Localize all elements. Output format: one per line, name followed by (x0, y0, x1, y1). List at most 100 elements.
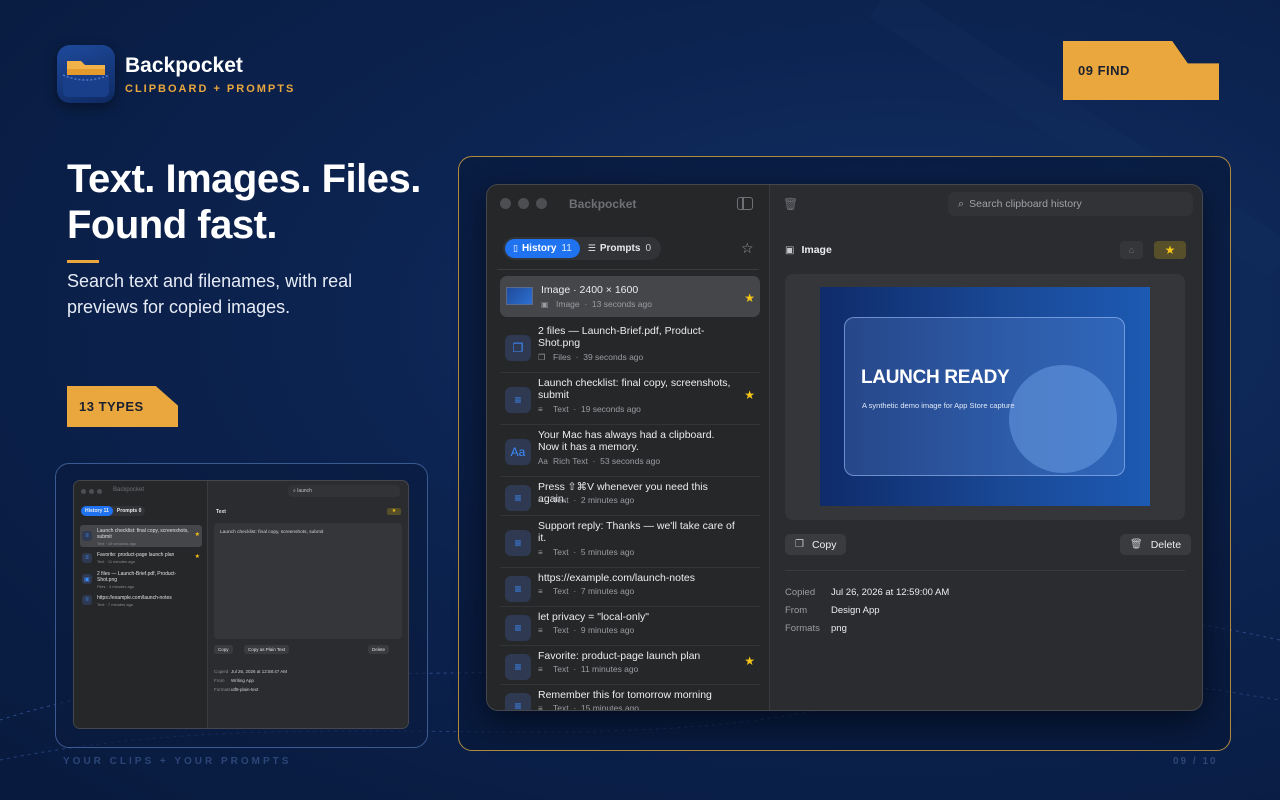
copy-icon: ❐ (795, 539, 804, 550)
mini-list-item[interactable]: ▣ 2 files — Launch-Brief.pdf, Product-Sh… (80, 570, 202, 590)
text-icon: ≡ (505, 693, 531, 710)
mini-zoom-dot (97, 489, 102, 494)
clipboard-icon: ▯ (513, 243, 518, 253)
trash-icon: 🗑 (1130, 539, 1143, 550)
mini-detail-type: Text (216, 509, 226, 515)
text-icon: ≡ (538, 404, 543, 414)
star-icon[interactable]: ★ (387, 508, 401, 515)
headline: Text. Images. Files. Found fast. (67, 156, 421, 248)
glass-circle (1009, 365, 1117, 473)
divider (785, 570, 1185, 571)
text-icon: ≡ (538, 625, 543, 635)
star-icon[interactable]: ★ (744, 654, 755, 668)
text-icon: ≡ (82, 553, 92, 563)
detail-pane: 🗑 ⌕ Search clipboard history ▣ Image ⌂ ★… (770, 185, 1202, 710)
list-item[interactable]: ≡ https://example.com/launch-notes ≡ Tex… (500, 568, 760, 607)
pin-icon[interactable]: ⌂ (1120, 241, 1143, 259)
titlebar: Backpocket (487, 185, 770, 223)
delete-button[interactable]: 🗑 Delete (1120, 534, 1192, 555)
rich-text-icon: Aa (538, 456, 548, 466)
star-icon[interactable]: ★ (195, 531, 200, 538)
close-button[interactable] (500, 198, 511, 209)
clipboard-history-list: Image · 2400 × 1600 ▣ Image · 13 seconds… (500, 276, 760, 710)
mini-tab-history[interactable]: History 11 (81, 506, 113, 516)
list-icon: ☰ (587, 243, 596, 253)
mini-copy-plain-button[interactable]: Copy as Plain Text (244, 645, 290, 654)
meta-copied: Copied Jul 26, 2026 at 12:59:00 AM (785, 587, 950, 598)
list-item[interactable]: ≡ Remember this for tomorrow morning ≡ T… (500, 685, 760, 710)
brand-tagline: CLIPBOARD + PROMPTS (125, 82, 296, 95)
list-item[interactable]: ≡ Support reply: Thanks — we'll take car… (500, 516, 760, 568)
tab-switcher: ▯ History 11 ☰ Prompts 0 (503, 237, 661, 260)
image-icon: ▣ (541, 299, 549, 309)
tab-prompts[interactable]: ☰ Prompts 0 (580, 239, 659, 258)
minimize-button[interactable] (518, 198, 529, 209)
star-icon[interactable]: ★ (744, 388, 755, 402)
image-icon: ▣ (785, 244, 795, 256)
mini-search-input[interactable]: ⌕ launch (288, 485, 400, 497)
star-icon[interactable]: ★ (195, 553, 200, 560)
footer-tagline: YOUR CLIPS + YOUR PROMPTS (63, 756, 292, 767)
trash-icon[interactable]: 🗑 (783, 197, 798, 211)
mini-sidebar: Backpocket History 11 Prompts 0 ≡ Launch… (74, 481, 208, 728)
list-item[interactable]: ≡ Launch checklist: final copy, screensh… (500, 373, 760, 425)
headline-line-2: Found fast. (67, 203, 278, 247)
page-counter: 09 / 10 (1173, 756, 1218, 767)
feature-tag-find: 09 FIND (1063, 41, 1219, 100)
preview-image: LAUNCH READY A synthetic demo image for … (820, 287, 1150, 506)
text-icon: ≡ (538, 495, 543, 505)
detail-header: ▣ Image (785, 244, 832, 256)
mini-detail-pane: ⌕ launch Text ★ Launch checklist: final … (208, 481, 408, 728)
text-icon: ≡ (538, 586, 543, 596)
favorites-filter-star-icon[interactable]: ☆ (741, 240, 754, 257)
text-icon: ≡ (505, 654, 531, 680)
mini-list-item[interactable]: ≡ Launch checklist: final copy, screensh… (80, 525, 202, 547)
brand-name: Backpocket (125, 53, 243, 77)
headline-rule (67, 260, 99, 263)
text-icon: ≡ (538, 547, 543, 557)
subhead: Search text and filenames, with real pre… (67, 271, 353, 317)
brand: Backpocket CLIPBOARD + PROMPTS (57, 45, 295, 103)
list-item[interactable]: ≡ Favorite: product-page launch plan ≡ T… (500, 646, 760, 685)
mini-list-item[interactable]: ≡ Favorite: product-page launch plan Tex… (80, 551, 202, 567)
headline-line-1: Text. Images. Files. (67, 157, 421, 201)
text-icon: ≡ (505, 615, 531, 641)
files-icon: ▣ (82, 574, 92, 584)
history-sidebar: Backpocket ▯ History 11 ☰ Prompts 0 ☆ Im… (487, 185, 770, 710)
files-icon: ❐ (505, 335, 531, 361)
folder-pocket-icon (57, 45, 115, 103)
mini-list-item[interactable]: ≡ https://example.com/launch-notes Text … (80, 593, 202, 609)
text-icon: ≡ (82, 531, 92, 541)
text-icon: ≡ (505, 576, 531, 602)
text-icon: ≡ (505, 485, 531, 511)
copy-button[interactable]: ❐ Copy (785, 534, 847, 555)
rich-text-icon: Aa (505, 439, 531, 465)
star-icon[interactable]: ★ (744, 291, 755, 305)
text-icon: ≡ (538, 664, 543, 674)
zoom-button[interactable] (536, 198, 547, 209)
image-thumbnail (506, 287, 533, 305)
feature-tag-types: 13 TYPES (67, 386, 178, 427)
tab-history[interactable]: ▯ History 11 (505, 239, 580, 258)
image-preview: LAUNCH READY A synthetic demo image for … (785, 274, 1185, 520)
text-icon: ≡ (505, 530, 531, 556)
list-item[interactable]: ❐ 2 files — Launch-Brief.pdf, Product-Sh… (500, 321, 760, 373)
mini-tab-switcher: History 11 Prompts 0 (81, 506, 146, 516)
sidebar-toggle-icon[interactable] (737, 197, 753, 210)
mini-tab-prompts[interactable]: Prompts 0 (113, 506, 145, 516)
mini-copy-button[interactable]: Copy (214, 645, 233, 654)
mini-text-preview: Launch checklist: final copy, screenshot… (214, 523, 402, 639)
list-item[interactable]: Aa Your Mac has always had a clipboard. … (500, 425, 760, 477)
meta-formats: Formats png (785, 623, 847, 634)
list-item[interactable]: Image · 2400 × 1600 ▣ Image · 13 seconds… (500, 276, 760, 317)
divider (497, 269, 759, 270)
mini-minimize-dot (89, 489, 94, 494)
search-icon: ⌕ (958, 197, 965, 210)
list-item[interactable]: ≡ Press ⇧⌘V whenever you need this again… (500, 477, 760, 516)
meta-from: From Design App (785, 605, 880, 616)
list-item[interactable]: ≡ let privacy = "local-only" ≡ Text · 9 … (500, 607, 760, 646)
search-input[interactable]: ⌕ Search clipboard history (948, 192, 1193, 216)
mini-delete-button[interactable]: Delete (368, 645, 390, 654)
text-icon: ≡ (505, 387, 531, 413)
favorite-star-icon[interactable]: ★ (1154, 241, 1186, 259)
